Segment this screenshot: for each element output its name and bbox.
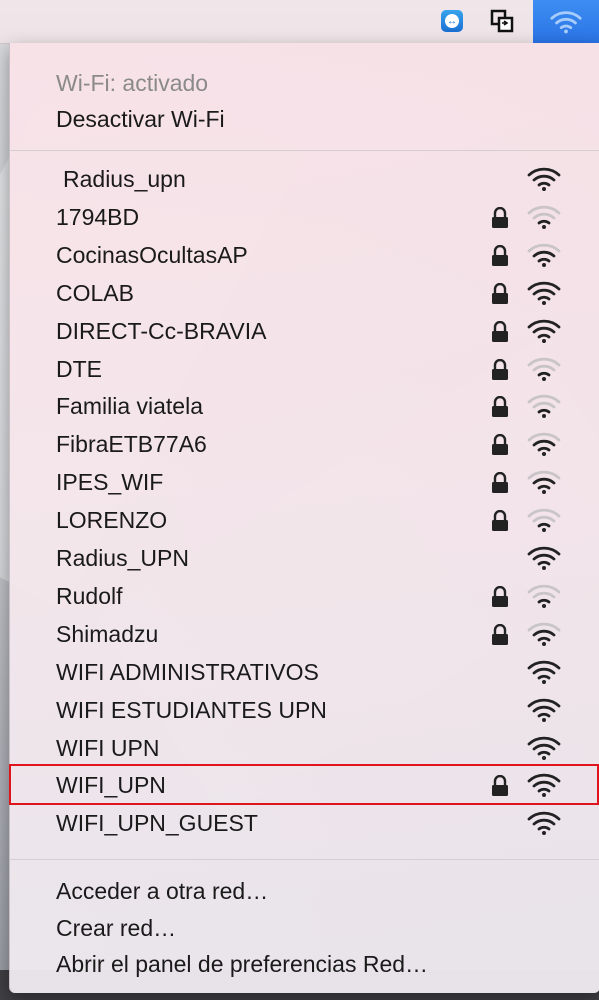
- network-item[interactable]: 1794BD: [10, 199, 599, 235]
- network-item[interactable]: WIFI UPN: [10, 730, 599, 766]
- wifi-signal-icon: [527, 698, 561, 722]
- network-name: COLAB: [56, 279, 134, 306]
- network-item[interactable]: FibraETB77A6: [10, 426, 599, 462]
- separator: [10, 150, 599, 151]
- network-name: WIFI ADMINISTRATIVOS: [56, 658, 319, 685]
- network-item[interactable]: Radius_UPN: [10, 540, 599, 576]
- network-name: Rudolf: [56, 582, 123, 609]
- network-name: WIFI_UPN_GUEST: [56, 810, 258, 837]
- teamviewer-icon-box: ↔: [441, 10, 463, 32]
- teamviewer-icon[interactable]: ↔: [438, 6, 466, 36]
- lock-icon: [492, 320, 508, 342]
- network-item[interactable]: IPES_WIF: [10, 464, 599, 500]
- wifi-signal-icon: [527, 167, 561, 191]
- network-name: Radius_upn: [63, 166, 186, 192]
- network-name: Shimadzu: [56, 620, 159, 647]
- other-network-label: Acceder a otra red…: [56, 878, 269, 904]
- wifi-signal-icon: [527, 508, 561, 533]
- lock-icon: [492, 510, 508, 532]
- menu-bar: ↔: [0, 0, 599, 44]
- create-network-item[interactable]: Crear red…: [10, 910, 599, 946]
- wifi-signal-icon: [527, 774, 561, 798]
- network-name: IPES_WIF: [56, 469, 164, 496]
- network-item[interactable]: CocinasOcultasAP: [10, 237, 599, 273]
- open-preferences-item[interactable]: Abrir el panel de preferencias Red…: [10, 946, 599, 982]
- lock-icon: [492, 434, 508, 456]
- toggle-wifi-item[interactable]: Desactivar Wi-Fi: [10, 101, 599, 137]
- wifi-status-label: Wi-Fi: activado: [56, 70, 209, 96]
- network-item[interactable]: Shimadzu: [10, 616, 599, 652]
- wifi-signal-icon: [527, 243, 561, 267]
- wifi-signal-icon: [527, 584, 561, 608]
- network-name: Familia viatela: [56, 393, 203, 420]
- network-name: WIFI_UPN: [56, 772, 166, 799]
- network-name: WIFI UPN: [56, 734, 160, 761]
- wifi-signal-icon: [527, 319, 561, 343]
- other-network-item[interactable]: Acceder a otra red…: [10, 873, 599, 909]
- lock-icon: [492, 775, 508, 797]
- wifi-dropdown-menu: Wi-Fi: activado Desactivar Wi-Fi Radius_…: [9, 43, 599, 993]
- lock-icon: [492, 396, 508, 418]
- wifi-status: Wi-Fi: activado: [10, 65, 599, 101]
- network-item[interactable]: LORENZO: [10, 502, 599, 538]
- network-name: FibraETB77A6: [56, 431, 207, 458]
- wifi-signal-icon: [527, 470, 561, 495]
- wifi-signal-icon: [527, 357, 561, 381]
- lock-icon: [492, 472, 508, 494]
- create-network-label: Crear red…: [56, 915, 177, 941]
- wifi-signal-icon: [527, 281, 561, 305]
- network-item[interactable]: WIFI ADMINISTRATIVOS: [10, 654, 599, 690]
- open-preferences-label: Abrir el panel de preferencias Red…: [56, 951, 429, 977]
- network-name: 1794BD: [56, 203, 140, 230]
- lock-icon: [492, 623, 508, 645]
- wifi-signal-icon: [527, 395, 561, 419]
- network-name: CocinasOcultasAP: [56, 241, 248, 268]
- network-name: DTE: [56, 355, 102, 382]
- wifi-signal-icon: [527, 546, 561, 570]
- network-item[interactable]: Radius_upn: [10, 161, 599, 197]
- network-name: DIRECT-Cc-BRAVIA: [56, 317, 267, 344]
- wifi-signal-icon: [527, 433, 561, 457]
- network-item[interactable]: Rudolf: [10, 578, 599, 614]
- network-item[interactable]: DIRECT-Cc-BRAVIA: [10, 313, 599, 349]
- wifi-menu-button[interactable]: [533, 0, 599, 43]
- window-switch-icon[interactable]: [488, 6, 516, 36]
- lock-icon: [492, 585, 508, 607]
- network-item[interactable]: WIFI_UPN: [10, 767, 599, 803]
- separator: [10, 859, 599, 860]
- toggle-wifi-label: Desactivar Wi-Fi: [56, 106, 225, 132]
- network-item[interactable]: COLAB: [10, 275, 599, 311]
- wifi-icon: [550, 10, 582, 33]
- wifi-signal-icon: [527, 736, 561, 760]
- lock-icon: [492, 282, 508, 304]
- network-item[interactable]: Familia viatela: [10, 388, 599, 424]
- wifi-signal-icon: [527, 622, 561, 646]
- wifi-signal-icon: [527, 660, 561, 684]
- window-switch-icon-svg: [490, 9, 514, 33]
- network-item[interactable]: WIFI ESTUDIANTES UPN: [10, 692, 599, 728]
- wifi-signal-icon: [527, 812, 561, 836]
- lock-icon: [492, 206, 508, 228]
- network-name: WIFI ESTUDIANTES UPN: [56, 696, 327, 723]
- network-item[interactable]: DTE: [10, 351, 599, 387]
- lock-icon: [492, 358, 508, 380]
- network-name: Radius_UPN: [56, 545, 189, 571]
- wifi-signal-icon: [527, 205, 561, 229]
- lock-icon: [492, 244, 508, 266]
- network-name: LORENZO: [56, 507, 168, 534]
- network-item[interactable]: WIFI_UPN_GUEST: [10, 805, 599, 841]
- teamviewer-icon-glyph: ↔: [445, 14, 459, 28]
